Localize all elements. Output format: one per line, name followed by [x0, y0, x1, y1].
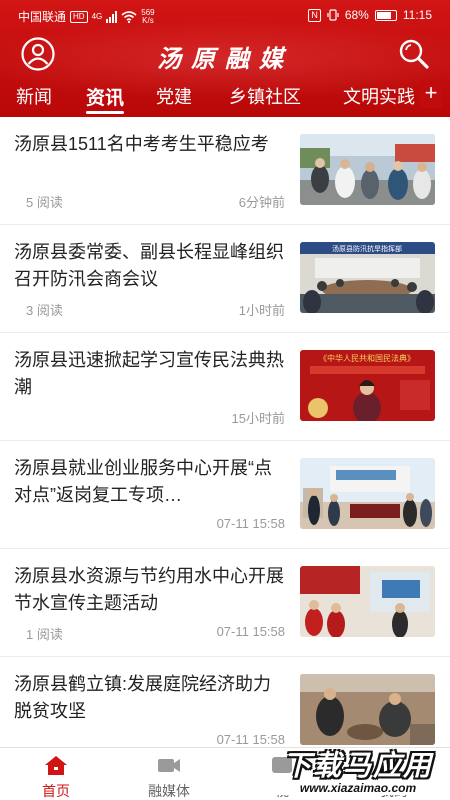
nfc-icon: N: [308, 8, 321, 22]
news-title: 汤原县迅速掀起学习宣传民法典热潮: [14, 350, 284, 397]
news-thumbnail: [300, 134, 435, 205]
news-item[interactable]: 汤原县迅速掀起学习宣传民法典热潮 15小时前 《中华人民共和国民法典》: [0, 333, 450, 441]
news-time: 15小时前: [231, 411, 285, 426]
network-type: 4G: [91, 12, 103, 21]
nav-label: 融媒体: [148, 783, 190, 799]
news-reads: 3 阅读: [26, 303, 63, 318]
nav-home[interactable]: 首页: [0, 748, 112, 800]
status-left: 中国联通 HD 4G 569 K/s: [18, 8, 155, 25]
news-title: 汤原县水资源与节约用水中心开展节水宣传主题活动: [14, 566, 284, 613]
category-tabs: 新闻 资讯 党建 乡镇社区 文明实践 +: [0, 76, 450, 116]
tab-township[interactable]: 乡镇社区: [229, 83, 301, 109]
watermark-url: www.xiazaimao.com: [270, 781, 446, 795]
news-title: 汤原县就业创业服务中心开展“点对点”返岗复工专项…: [14, 458, 272, 505]
title-bar: 汤原融媒: [0, 32, 450, 76]
news-title: 汤原县委常委、副县长程显峰组织召开防汛会商会议: [14, 242, 284, 289]
carrier-label: 中国联通: [18, 10, 67, 24]
active-tab-indicator: [86, 111, 124, 114]
news-item[interactable]: 汤原县水资源与节约用水中心开展节水宣传主题活动 1 阅读 07-11 15:58: [0, 549, 450, 657]
news-item[interactable]: 汤原县就业创业服务中心开展“点对点”返岗复工专项… 07-11 15:58: [0, 441, 450, 549]
news-thumbnail: 《中华人民共和国民法典》: [300, 350, 435, 421]
status-right: N 68% 11:15: [308, 8, 432, 22]
search-icon: [399, 39, 429, 69]
tab-info[interactable]: 资讯: [86, 83, 124, 110]
tab-party[interactable]: 党建: [156, 83, 192, 109]
news-reads: 1 阅读: [26, 627, 63, 642]
wifi-icon: [121, 10, 137, 23]
news-title: 汤原县1511名中考考生平稳应考: [14, 134, 269, 154]
battery-icon: [374, 9, 397, 21]
watermark-logo: 下载马应用 www.xiazaimao.com: [270, 744, 446, 798]
status-time: 11:15: [402, 8, 432, 22]
news-thumbnail: 汤原县防汛抗旱指挥部: [300, 242, 435, 313]
video-camera-icon: [158, 759, 180, 772]
app-header: 中国联通 HD 4G 569 K/s N 68% 11:15 汤原融媒 新闻 资…: [0, 0, 450, 117]
news-time: 6分钟前: [238, 195, 285, 210]
watermark-text: 下载马应用: [282, 750, 433, 781]
add-tab-button[interactable]: +: [420, 80, 442, 108]
home-icon: [45, 756, 67, 775]
signal-icon: [106, 10, 118, 23]
battery-percent: 68%: [344, 8, 369, 22]
thumb-banner-text: 《中华人民共和国民法典》: [319, 353, 415, 363]
thumb-banner-text: 汤原县防汛抗旱指挥部: [332, 244, 402, 253]
search-button[interactable]: [396, 36, 432, 72]
news-thumbnail: [300, 566, 435, 637]
news-item[interactable]: 汤原县鹤立镇:发展庭院经济助力脱贫攻坚 07-11 15:58: [0, 657, 450, 747]
news-time: 07-11 15:58: [216, 624, 285, 639]
app-title: 汤原融媒: [157, 44, 293, 73]
nav-label: 首页: [42, 783, 70, 799]
status-bar: 中国联通 HD 4G 569 K/s N 68% 11:15: [0, 0, 450, 32]
speed-unit: K/s: [142, 15, 154, 25]
hd-badge: HD: [70, 10, 88, 23]
news-thumbnail: [300, 458, 435, 529]
network-speed: 569 K/s: [141, 8, 154, 25]
news-time: 07-11 15:58: [216, 516, 285, 531]
app-screen: 中国联通 HD 4G 569 K/s N 68% 11:15 汤原融媒 新闻 资…: [0, 0, 450, 800]
tab-news[interactable]: 新闻: [16, 83, 52, 109]
news-time: 1小时前: [238, 303, 285, 318]
news-item[interactable]: 汤原县委常委、副县长程显峰组织召开防汛会商会议 3 阅读 1小时前 汤原县防汛抗…: [0, 225, 450, 333]
news-thumbnail: [300, 674, 435, 745]
news-title: 汤原县鹤立镇:发展庭院经济助力脱贫攻坚: [14, 674, 271, 721]
news-list: 汤原县1511名中考考生平稳应考 5 阅读 6分钟前 汤原县委常委、副县长程显峰…: [0, 117, 450, 747]
news-reads: 5 阅读: [26, 195, 63, 210]
nav-media[interactable]: 融媒体: [113, 748, 225, 800]
vibrate-icon: [327, 9, 339, 21]
tab-civilization[interactable]: 文明实践: [343, 83, 415, 109]
news-item[interactable]: 汤原县1511名中考考生平稳应考 5 阅读 6分钟前: [0, 117, 450, 225]
